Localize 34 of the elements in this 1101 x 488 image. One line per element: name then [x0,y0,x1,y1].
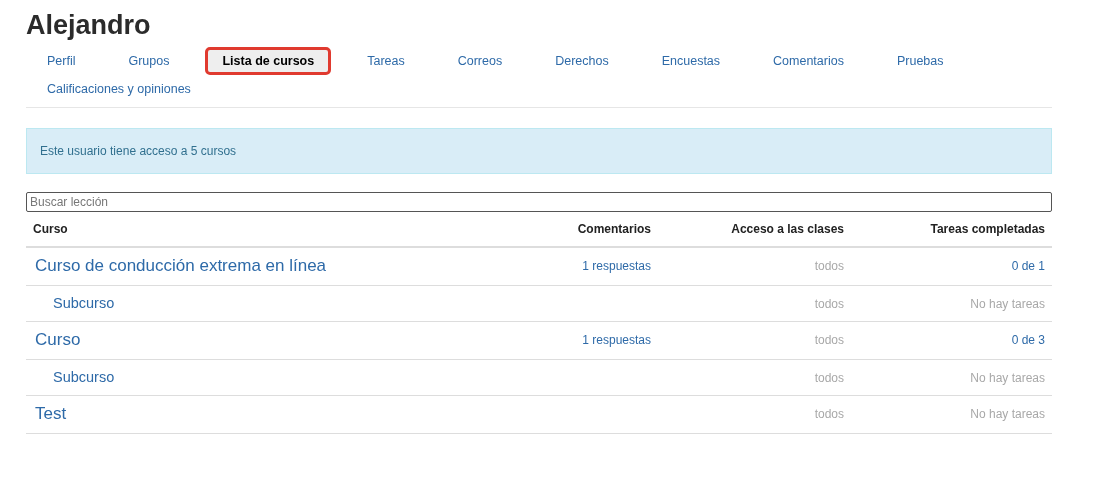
access-text: todos [814,371,844,385]
comments-link[interactable]: 1 respuestas [582,259,651,273]
access-text: todos [814,297,844,311]
access-text: todos [814,259,844,273]
tab[interactable]: Lista de cursos [205,47,332,75]
access-text: todos [814,407,844,421]
tab[interactable]: Encuestas [644,47,738,75]
column-header: Curso [33,222,68,236]
page-title: Alejandro [26,10,151,41]
tab[interactable]: Pruebas [879,47,961,75]
comments-link[interactable]: 1 respuestas [582,333,651,347]
tab[interactable]: Correos [440,47,520,75]
column-header: Comentarios [577,222,651,236]
course-link[interactable]: Curso [35,330,81,350]
tab[interactable]: Derechos [538,47,626,75]
course-link[interactable]: Subcurso [53,369,115,385]
tasks-link[interactable]: 0 de 1 [1011,259,1045,273]
course-link[interactable]: Test [35,404,67,424]
tasks-text: No hay tareas [970,407,1045,421]
course-link[interactable]: Curso de conducción extrema en línea [35,256,327,276]
search-field[interactable]: Buscar lección [26,192,1052,212]
tasks-text: No hay tareas [970,371,1045,385]
access-text: todos [814,333,844,347]
info-banner: Este usuario tiene acceso a 5 cursos [26,128,1052,174]
column-header: Acceso a las clases [731,222,844,236]
tab[interactable]: Grupos [111,47,187,75]
tab[interactable]: Tareas [350,47,422,75]
tab[interactable]: Calificaciones y opiniones [30,75,208,103]
column-header: Tareas completadas [930,222,1045,236]
tab[interactable]: Comentarios [756,47,861,75]
tab[interactable]: Perfil [30,47,93,75]
course-link[interactable]: Subcurso [53,295,115,311]
tasks-text: No hay tareas [970,297,1045,311]
tasks-link[interactable]: 0 de 3 [1011,333,1045,347]
